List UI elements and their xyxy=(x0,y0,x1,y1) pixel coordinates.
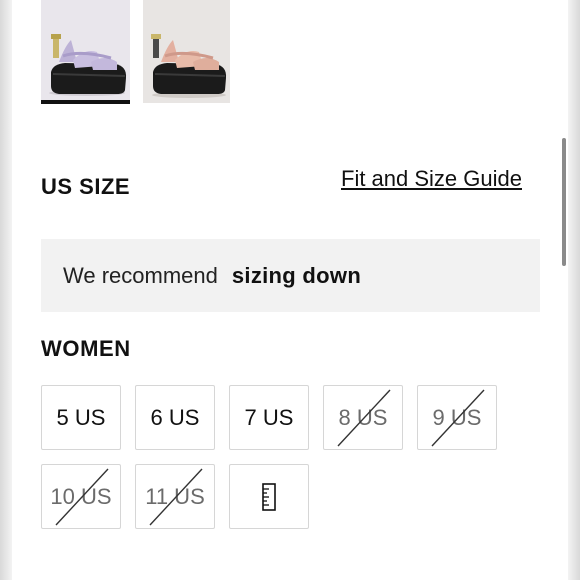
product-thumbnail-peach[interactable] xyxy=(143,0,230,103)
size-label: 9 US xyxy=(432,404,482,430)
left-edge xyxy=(0,0,12,580)
size-label: 6 US xyxy=(150,404,200,430)
size-label: 8 US xyxy=(338,404,388,430)
ruler-icon xyxy=(262,482,276,511)
fit-size-guide-link[interactable]: Fit and Size Guide xyxy=(341,166,522,192)
size-label: 11 US xyxy=(145,483,205,509)
size-label: 7 US xyxy=(244,404,294,430)
recommendation-emphasis: sizing down xyxy=(231,262,362,288)
size-option-7[interactable]: 7 US xyxy=(229,385,309,450)
right-edge xyxy=(568,0,580,580)
size-option-9[interactable]: 9 US xyxy=(417,385,497,450)
peach-sandal-image xyxy=(151,34,227,98)
size-option-6[interactable]: 6 US xyxy=(135,385,215,450)
recommendation-prefix: We recommend xyxy=(63,262,218,288)
size-option-8[interactable]: 8 US xyxy=(323,385,403,450)
size-label: 10 US xyxy=(50,483,112,509)
lilac-sandal-image xyxy=(49,34,127,96)
women-size-title: WOMEN xyxy=(41,336,131,361)
size-option-10[interactable]: 10 US xyxy=(41,464,121,529)
product-thumbnail-lilac[interactable] xyxy=(41,0,130,104)
size-option-5[interactable]: 5 US xyxy=(41,385,121,450)
size-option-11[interactable]: 11 US xyxy=(135,464,215,529)
size-label: 5 US xyxy=(56,404,106,430)
size-guide-button[interactable] xyxy=(229,464,309,529)
size-recommendation-banner: We recommend sizing down xyxy=(41,239,540,312)
scrollbar[interactable] xyxy=(562,138,566,266)
us-size-title: US SIZE xyxy=(41,174,131,199)
